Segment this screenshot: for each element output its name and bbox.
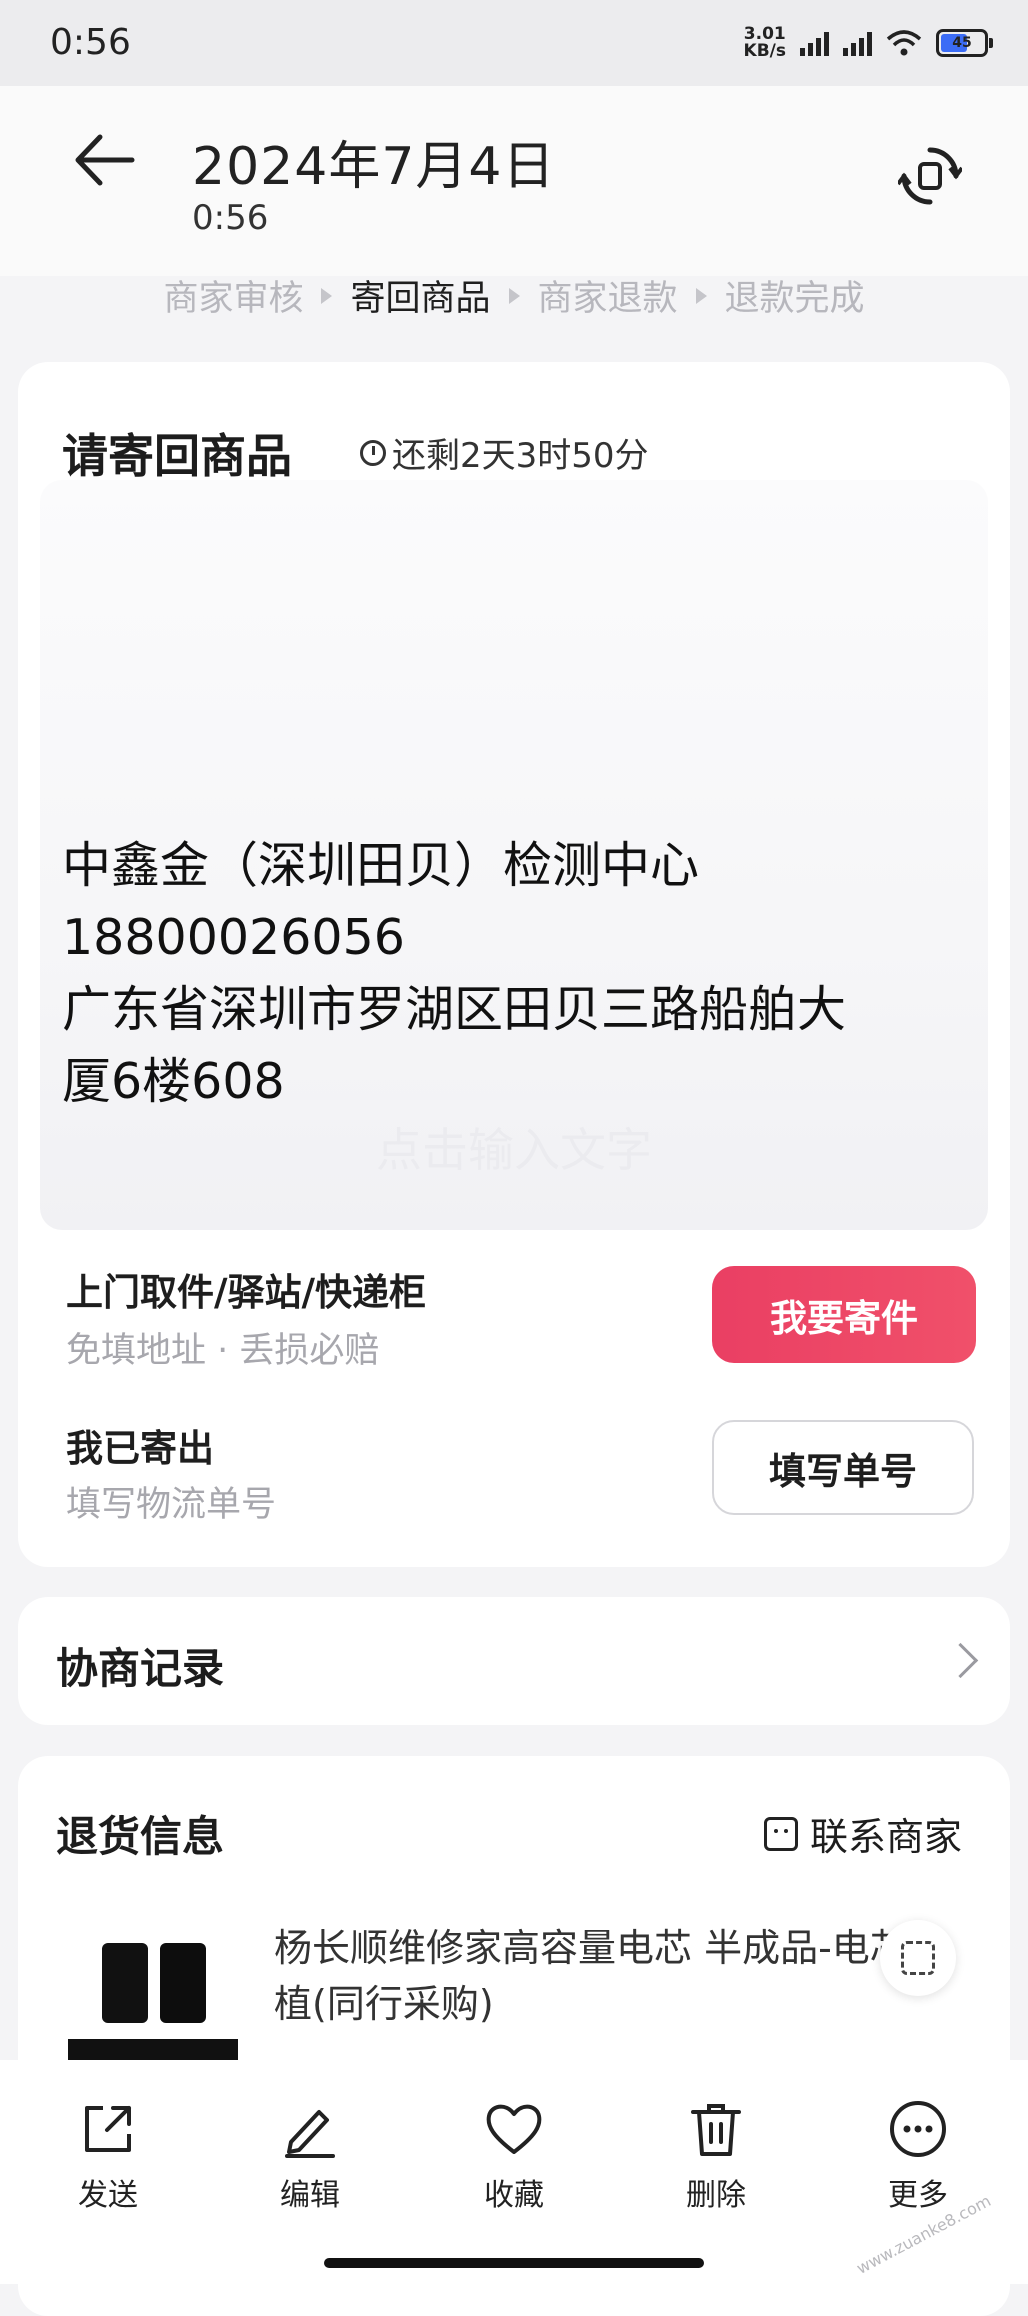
- toolbar-more[interactable]: 更多: [858, 2098, 978, 2214]
- toolbar-send[interactable]: 发送: [48, 2098, 168, 2214]
- signal-icon-2: [843, 30, 872, 56]
- heart-icon: [486, 2104, 542, 2154]
- send-back-title: 请寄回商品: [62, 429, 292, 483]
- battery-icon: 45: [936, 29, 993, 57]
- toolbar-delete[interactable]: 删除: [656, 2098, 776, 2214]
- fill-tracking-button[interactable]: 填写单号: [712, 1420, 974, 1515]
- step-merchant-review: 商家审核: [163, 279, 304, 319]
- step-arrow-icon: [695, 287, 707, 304]
- step-send-back: 寄回商品: [350, 279, 491, 319]
- signal-icon: [800, 30, 829, 56]
- pickup-title: 上门取件/驿站/快递柜: [66, 1271, 427, 1314]
- pickup-subtitle: 免填地址 · 丢损必赔: [66, 1331, 380, 1371]
- back-arrow-icon[interactable]: [70, 125, 140, 195]
- more-icon: [890, 2101, 946, 2157]
- rotate-screen-icon[interactable]: [898, 144, 962, 208]
- step-arrow-icon: [508, 287, 520, 304]
- edit-icon: [285, 2110, 335, 2158]
- page-subtitle: 0:56: [192, 198, 269, 238]
- product-thumbnail[interactable]: [64, 1935, 244, 2075]
- return-info-title: 退货信息: [56, 1812, 225, 1861]
- contact-merchant-label: 联系商家: [810, 1815, 963, 1859]
- send-package-button[interactable]: 我要寄件: [712, 1266, 976, 1363]
- clock-icon: [360, 439, 386, 466]
- address-name: 中鑫金（深圳田贝）检测中心: [62, 837, 700, 894]
- status-icons: 3.01 KB/s 45: [743, 24, 993, 61]
- step-refund-complete: 退款完成: [724, 279, 865, 319]
- chat-icon: [764, 1816, 798, 1851]
- status-time: 0:56: [50, 22, 131, 63]
- address-line-2: 厦6楼608: [62, 1053, 285, 1110]
- scan-button[interactable]: [880, 1920, 956, 1996]
- negotiation-title: 协商记录: [56, 1644, 225, 1693]
- network-speed: 3.01 KB/s: [743, 24, 786, 61]
- address-line-1: 广东省深圳市罗湖区田贝三路船舶大: [62, 981, 847, 1038]
- toolbar-edit[interactable]: 编辑: [250, 2098, 370, 2214]
- sent-title: 我已寄出: [66, 1427, 214, 1470]
- step-merchant-refund: 商家退款: [537, 279, 678, 319]
- address-phone: 18800026056: [62, 909, 405, 966]
- share-icon: [85, 2106, 131, 2152]
- step-arrow-icon: [321, 287, 333, 304]
- countdown: 还剩2天3时50分: [360, 428, 649, 477]
- home-indicator[interactable]: [324, 2258, 704, 2268]
- text-input-hint: 点击输入文字: [376, 1123, 652, 1177]
- wifi-icon: [886, 30, 922, 56]
- progress-steps: 商家审核 寄回商品 商家退款 退款完成: [0, 270, 1028, 321]
- product-name[interactable]: 杨长顺维修家高容量电芯 半成品-电芯移植(同行采购): [274, 1920, 974, 2032]
- scan-icon: [901, 1941, 935, 1975]
- page-title: 2024年7月4日: [192, 137, 556, 197]
- toolbar-favorite[interactable]: 收藏: [454, 2098, 574, 2214]
- trash-icon: [691, 2104, 741, 2156]
- contact-merchant-button[interactable]: 联系商家: [764, 1806, 962, 1861]
- sent-subtitle: 填写物流单号: [66, 1485, 277, 1525]
